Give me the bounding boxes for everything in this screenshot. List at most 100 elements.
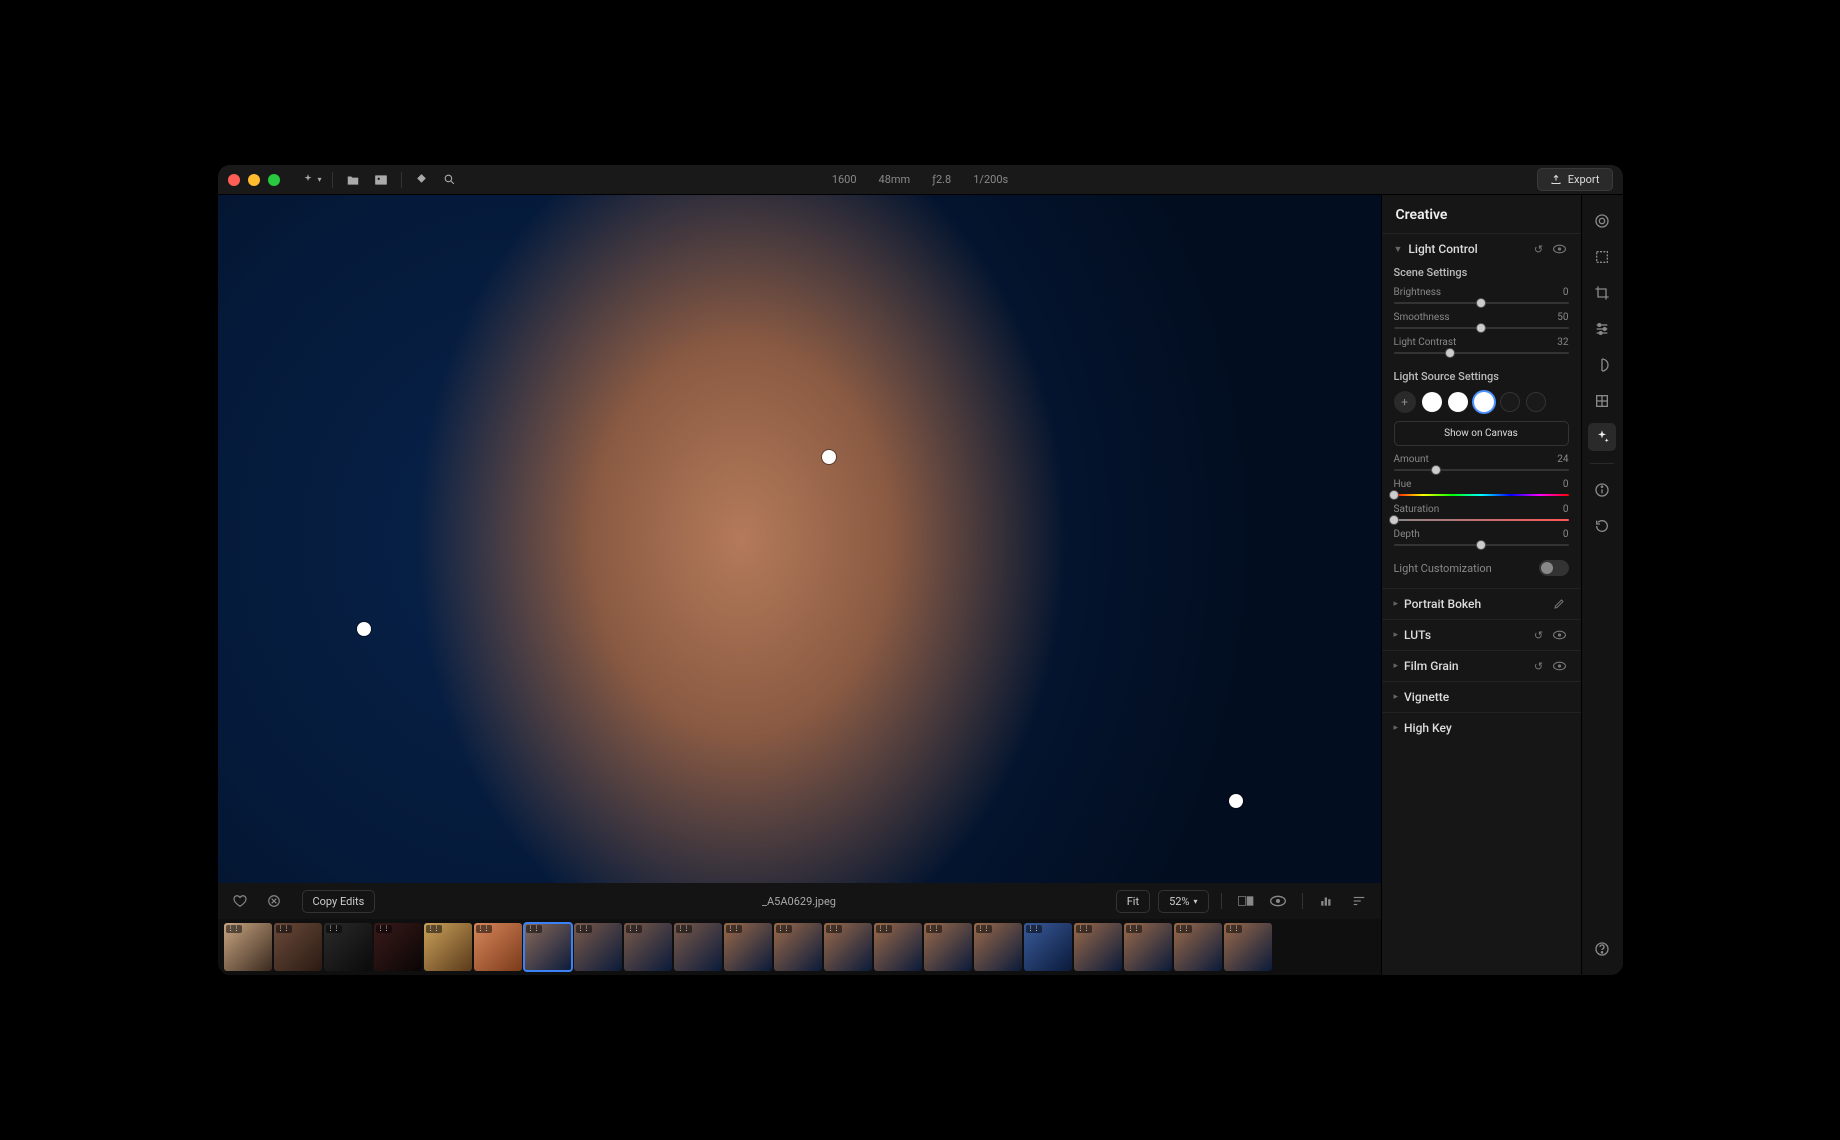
- reject-icon[interactable]: [262, 889, 286, 913]
- light-source-handle[interactable]: [357, 622, 371, 636]
- visibility-icon[interactable]: [1553, 244, 1569, 254]
- slider-saturation: Saturation 0: [1394, 504, 1569, 521]
- filmstrip-thumb[interactable]: ⋮⋮: [624, 923, 672, 971]
- section-title-light-control: Light Control: [1408, 242, 1524, 256]
- amount-slider[interactable]: [1394, 469, 1569, 471]
- filmstrip[interactable]: ⋮⋮⋮⋮⋮⋮⋮⋮⋮⋮⋮⋮⋮⋮⋮⋮⋮⋮⋮⋮⋮⋮⋮⋮⋮⋮⋮⋮⋮⋮⋮⋮⋮⋮⋮⋮⋮⋮⋮⋮…: [218, 919, 1381, 975]
- maximize-window-button[interactable]: [268, 174, 280, 186]
- sort-icon[interactable]: [1347, 889, 1371, 913]
- folder-icon[interactable]: [341, 170, 365, 190]
- filmstrip-thumb[interactable]: ⋮⋮: [524, 923, 572, 971]
- light-source-2[interactable]: [1448, 392, 1468, 412]
- filmstrip-thumb[interactable]: ⋮⋮: [374, 923, 422, 971]
- filmstrip-thumb[interactable]: ⋮⋮: [874, 923, 922, 971]
- rail-crop-icon[interactable]: [1588, 279, 1616, 307]
- filmstrip-thumb[interactable]: ⋮⋮: [774, 923, 822, 971]
- light-source-4[interactable]: [1500, 392, 1520, 412]
- filmstrip-thumb[interactable]: ⋮⋮: [1224, 923, 1272, 971]
- meta-shutter: 1/200s: [973, 173, 1008, 186]
- image-icon[interactable]: [369, 170, 393, 190]
- brightness-value: 0: [1563, 287, 1569, 298]
- fit-button[interactable]: Fit: [1116, 890, 1150, 913]
- hue-slider[interactable]: [1394, 494, 1569, 496]
- hue-value: 0: [1563, 479, 1569, 490]
- export-icon: [1550, 174, 1562, 186]
- filmstrip-thumb[interactable]: ⋮⋮: [924, 923, 972, 971]
- chevron-down-icon: ▾: [1193, 897, 1197, 906]
- chevron-right-icon: ▸: [1394, 692, 1399, 702]
- depth-slider[interactable]: [1394, 544, 1569, 546]
- filmstrip-thumb[interactable]: ⋮⋮: [574, 923, 622, 971]
- light-customization-toggle[interactable]: [1539, 560, 1569, 576]
- reset-icon[interactable]: ↺: [1531, 629, 1547, 642]
- slider-smoothness: Smoothness 50: [1394, 312, 1569, 329]
- copy-edits-button[interactable]: Copy Edits: [302, 890, 376, 913]
- filmstrip-thumb[interactable]: ⋮⋮: [424, 923, 472, 971]
- light-source-1[interactable]: [1422, 392, 1442, 412]
- rail-geometry-icon[interactable]: [1588, 387, 1616, 415]
- zoom-icon[interactable]: [438, 170, 462, 190]
- right-panel: Creative ▼ Light Control ↺ Scene Setting…: [1381, 195, 1581, 975]
- minimize-window-button[interactable]: [248, 174, 260, 186]
- section-header-film-grain[interactable]: ▸ Film Grain ↺: [1394, 659, 1569, 673]
- rail-presets-icon[interactable]: [1588, 207, 1616, 235]
- section-header-luts[interactable]: ▸ LUTs ↺: [1394, 628, 1569, 642]
- canvas-area[interactable]: [218, 195, 1381, 883]
- rail-history-icon[interactable]: [1588, 512, 1616, 540]
- filmstrip-thumb[interactable]: ⋮⋮: [224, 923, 272, 971]
- edit-icon[interactable]: [1553, 598, 1569, 610]
- depth-label: Depth: [1394, 529, 1420, 540]
- light-source-handle[interactable]: [1229, 794, 1243, 808]
- smoothness-value: 50: [1557, 312, 1568, 323]
- bucket-icon[interactable]: [410, 170, 434, 190]
- filmstrip-thumb[interactable]: ⋮⋮: [474, 923, 522, 971]
- rail-select-icon[interactable]: [1588, 243, 1616, 271]
- filmstrip-thumb[interactable]: ⋮⋮: [274, 923, 322, 971]
- show-on-canvas-button[interactable]: Show on Canvas: [1394, 421, 1569, 446]
- section-portrait-bokeh: ▸ Portrait Bokeh: [1382, 588, 1581, 619]
- filmstrip-thumb[interactable]: ⋮⋮: [1024, 923, 1072, 971]
- smoothness-slider[interactable]: [1394, 327, 1569, 329]
- filmstrip-thumb[interactable]: ⋮⋮: [824, 923, 872, 971]
- rail-retouch-icon[interactable]: [1588, 351, 1616, 379]
- filmstrip-thumb[interactable]: ⋮⋮: [1124, 923, 1172, 971]
- light-source-3[interactable]: [1474, 392, 1494, 412]
- rail-help-icon[interactable]: [1588, 935, 1616, 963]
- filmstrip-thumb[interactable]: ⋮⋮: [1174, 923, 1222, 971]
- saturation-slider[interactable]: [1394, 519, 1569, 521]
- export-button[interactable]: Export: [1537, 168, 1613, 191]
- hue-label: Hue: [1394, 479, 1412, 490]
- close-window-button[interactable]: [228, 174, 240, 186]
- slider-amount: Amount 24: [1394, 454, 1569, 471]
- light-source-handle[interactable]: [822, 450, 836, 464]
- filmstrip-thumb[interactable]: ⋮⋮: [1074, 923, 1122, 971]
- section-title-vignette: Vignette: [1404, 690, 1568, 704]
- filmstrip-thumb[interactable]: ⋮⋮: [724, 923, 772, 971]
- meta-iso: 1600: [832, 173, 857, 186]
- eye-icon[interactable]: [1266, 889, 1290, 913]
- section-header-high-key[interactable]: ▸ High Key: [1394, 721, 1569, 735]
- depth-value: 0: [1563, 529, 1569, 540]
- zoom-dropdown[interactable]: 52% ▾: [1158, 890, 1208, 913]
- brightness-slider[interactable]: [1394, 302, 1569, 304]
- reset-icon[interactable]: ↺: [1531, 243, 1547, 256]
- rail-adjust-icon[interactable]: [1588, 315, 1616, 343]
- filmstrip-thumb[interactable]: ⋮⋮: [324, 923, 372, 971]
- section-header-vignette[interactable]: ▸ Vignette: [1394, 690, 1569, 704]
- add-light-source-button[interactable]: +: [1394, 391, 1416, 413]
- filmstrip-thumb[interactable]: ⋮⋮: [674, 923, 722, 971]
- light-source-5[interactable]: [1526, 392, 1546, 412]
- visibility-icon[interactable]: [1553, 630, 1569, 640]
- favorite-icon[interactable]: [228, 889, 252, 913]
- filmstrip-thumb[interactable]: ⋮⋮: [974, 923, 1022, 971]
- histogram-icon[interactable]: [1315, 889, 1339, 913]
- compare-icon[interactable]: [1234, 889, 1258, 913]
- light-contrast-slider[interactable]: [1394, 352, 1569, 354]
- rail-info-icon[interactable]: [1588, 476, 1616, 504]
- reset-icon[interactable]: ↺: [1531, 660, 1547, 673]
- rail-creative-icon[interactable]: [1588, 423, 1616, 451]
- section-header-portrait-bokeh[interactable]: ▸ Portrait Bokeh: [1394, 597, 1569, 611]
- visibility-icon[interactable]: [1553, 661, 1569, 671]
- section-header-light-control[interactable]: ▼ Light Control ↺: [1394, 242, 1569, 256]
- sparkle-menu-button[interactable]: ▾: [300, 170, 324, 190]
